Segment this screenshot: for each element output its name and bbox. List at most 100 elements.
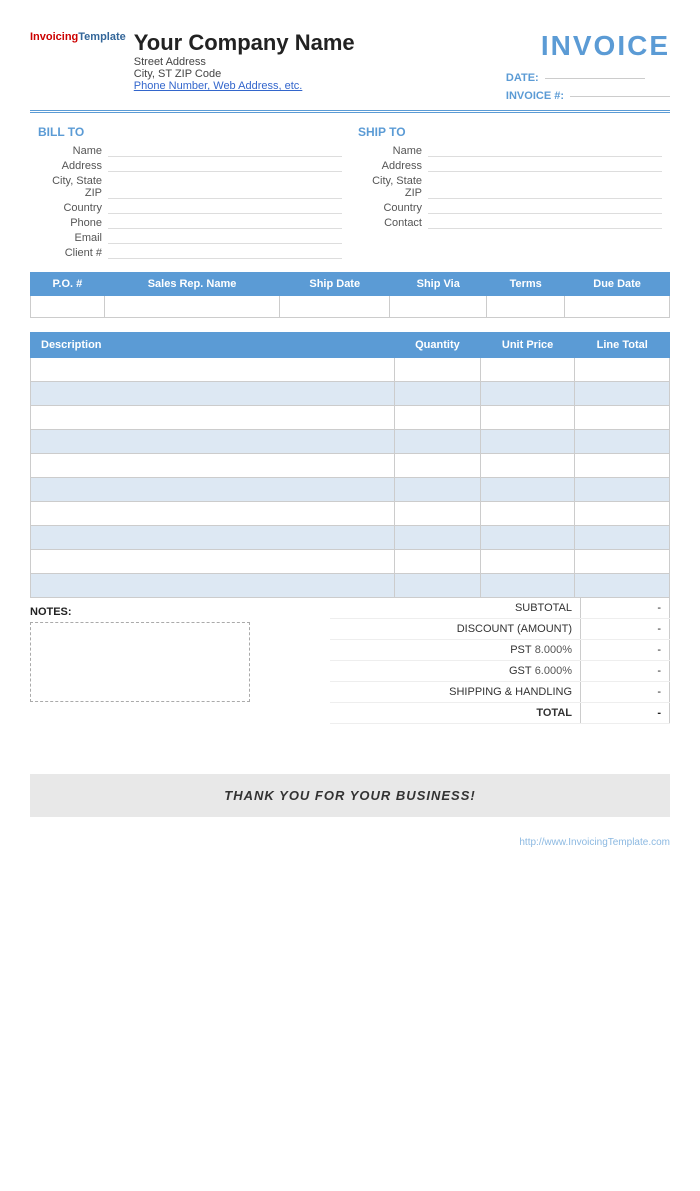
- bill-client-value: [108, 247, 342, 259]
- bill-client-label: Client #: [38, 247, 108, 259]
- items-cell-2-3: [575, 406, 670, 430]
- bill-email-label: Email: [38, 232, 108, 244]
- items-cell-9-3: [575, 574, 670, 598]
- totals-section: SUBTOTAL - DISCOUNT (AMOUNT) - PST 8.000…: [330, 598, 670, 724]
- footer-watermark: http://www.InvoicingTemplate.com: [30, 837, 670, 848]
- items-cell-6-2: [480, 502, 575, 526]
- discount-value: -: [580, 619, 670, 639]
- total-label: TOTAL: [330, 703, 580, 723]
- items-row: [31, 382, 670, 406]
- items-cell-1-0: [31, 382, 395, 406]
- items-cell-1-1: [395, 382, 480, 406]
- items-cell-0-1: [395, 358, 480, 382]
- thank-you-banner: THANK YOU FOR YOUR BUSINESS!: [30, 774, 670, 817]
- items-row: [31, 454, 670, 478]
- logo: InvoicingTemplate: [30, 30, 126, 44]
- company-name: Your Company Name: [134, 30, 355, 56]
- invoice-number-value: [570, 96, 670, 97]
- company-contact-link[interactable]: Phone Number, Web Address, etc.: [134, 80, 355, 92]
- totals-notes-section: NOTES: SUBTOTAL - DISCOUNT (AMOUNT) - PS…: [30, 598, 670, 724]
- items-cell-7-2: [480, 526, 575, 550]
- notes-section: NOTES:: [30, 598, 330, 710]
- items-col-line-total: Line Total: [575, 333, 670, 358]
- pst-value: -: [580, 640, 670, 660]
- items-cell-1-2: [480, 382, 575, 406]
- ship-country-row: Country: [358, 202, 662, 214]
- ship-address-row: Address: [358, 160, 662, 172]
- ship-to-section: SHIP TO Name Address City, State ZIP Cou…: [350, 125, 670, 262]
- notes-label: NOTES:: [30, 606, 330, 618]
- po-val-due-date: [565, 296, 670, 318]
- items-cell-4-0: [31, 454, 395, 478]
- po-val-terms: [487, 296, 565, 318]
- items-table: Description Quantity Unit Price Line Tot…: [30, 332, 670, 598]
- items-header-row: Description Quantity Unit Price Line Tot…: [31, 333, 670, 358]
- items-cell-5-2: [480, 478, 575, 502]
- po-col-ship-via: Ship Via: [390, 273, 487, 296]
- bill-email-row: Email: [38, 232, 342, 244]
- company-street: Street Address: [134, 56, 355, 68]
- items-cell-3-3: [575, 430, 670, 454]
- items-row: [31, 358, 670, 382]
- ship-name-row: Name: [358, 145, 662, 157]
- notes-box[interactable]: [30, 622, 250, 702]
- subtotal-value: -: [580, 598, 670, 618]
- items-cell-0-3: [575, 358, 670, 382]
- pst-row: PST 8.000% -: [330, 640, 670, 661]
- date-row: DATE:: [506, 72, 670, 84]
- date-value: [545, 78, 645, 79]
- bill-city-label: City, State ZIP: [38, 175, 108, 199]
- total-row: TOTAL -: [330, 703, 670, 724]
- items-row: [31, 406, 670, 430]
- ship-city-label: City, State ZIP: [358, 175, 428, 199]
- subtotal-label: SUBTOTAL: [330, 598, 580, 618]
- items-cell-2-0: [31, 406, 395, 430]
- header-divider: [30, 110, 670, 113]
- items-cell-5-0: [31, 478, 395, 502]
- items-row: [31, 478, 670, 502]
- logo-invoicing: Invoicing: [30, 31, 78, 43]
- items-row: [31, 502, 670, 526]
- invoice-number-label: INVOICE #:: [506, 90, 564, 102]
- ship-country-value: [428, 202, 662, 214]
- ship-address-label: Address: [358, 160, 428, 172]
- date-label: DATE:: [506, 72, 539, 84]
- items-row: [31, 550, 670, 574]
- bill-city-value: [108, 175, 342, 199]
- bill-address-label: Address: [38, 160, 108, 172]
- items-cell-2-2: [480, 406, 575, 430]
- items-cell-6-0: [31, 502, 395, 526]
- ship-city-value: [428, 175, 662, 199]
- items-cell-4-3: [575, 454, 670, 478]
- items-cell-9-2: [480, 574, 575, 598]
- ship-contact-row: Contact: [358, 217, 662, 229]
- items-cell-6-3: [575, 502, 670, 526]
- bill-phone-row: Phone: [38, 217, 342, 229]
- po-val-sales-rep: [104, 296, 279, 318]
- po-col-due-date: Due Date: [565, 273, 670, 296]
- items-col-desc: Description: [31, 333, 395, 358]
- items-cell-8-3: [575, 550, 670, 574]
- items-cell-8-1: [395, 550, 480, 574]
- bill-email-value: [108, 232, 342, 244]
- bill-to-section: BILL TO Name Address City, State ZIP Cou…: [30, 125, 350, 262]
- company-details: Your Company Name Street Address City, S…: [134, 30, 355, 92]
- items-cell-0-0: [31, 358, 395, 382]
- ship-country-label: Country: [358, 202, 428, 214]
- items-cell-5-1: [395, 478, 480, 502]
- po-val-po: [31, 296, 105, 318]
- shipping-row: SHIPPING & HANDLING -: [330, 682, 670, 703]
- po-col-terms: Terms: [487, 273, 565, 296]
- items-cell-3-2: [480, 430, 575, 454]
- logo-template: Template: [78, 31, 125, 43]
- items-cell-8-2: [480, 550, 575, 574]
- discount-label: DISCOUNT (AMOUNT): [330, 619, 580, 639]
- discount-row: DISCOUNT (AMOUNT) -: [330, 619, 670, 640]
- items-cell-2-1: [395, 406, 480, 430]
- items-cell-9-1: [395, 574, 480, 598]
- ship-name-value: [428, 145, 662, 157]
- bill-phone-value: [108, 217, 342, 229]
- items-row: [31, 574, 670, 598]
- items-cell-7-3: [575, 526, 670, 550]
- bill-phone-label: Phone: [38, 217, 108, 229]
